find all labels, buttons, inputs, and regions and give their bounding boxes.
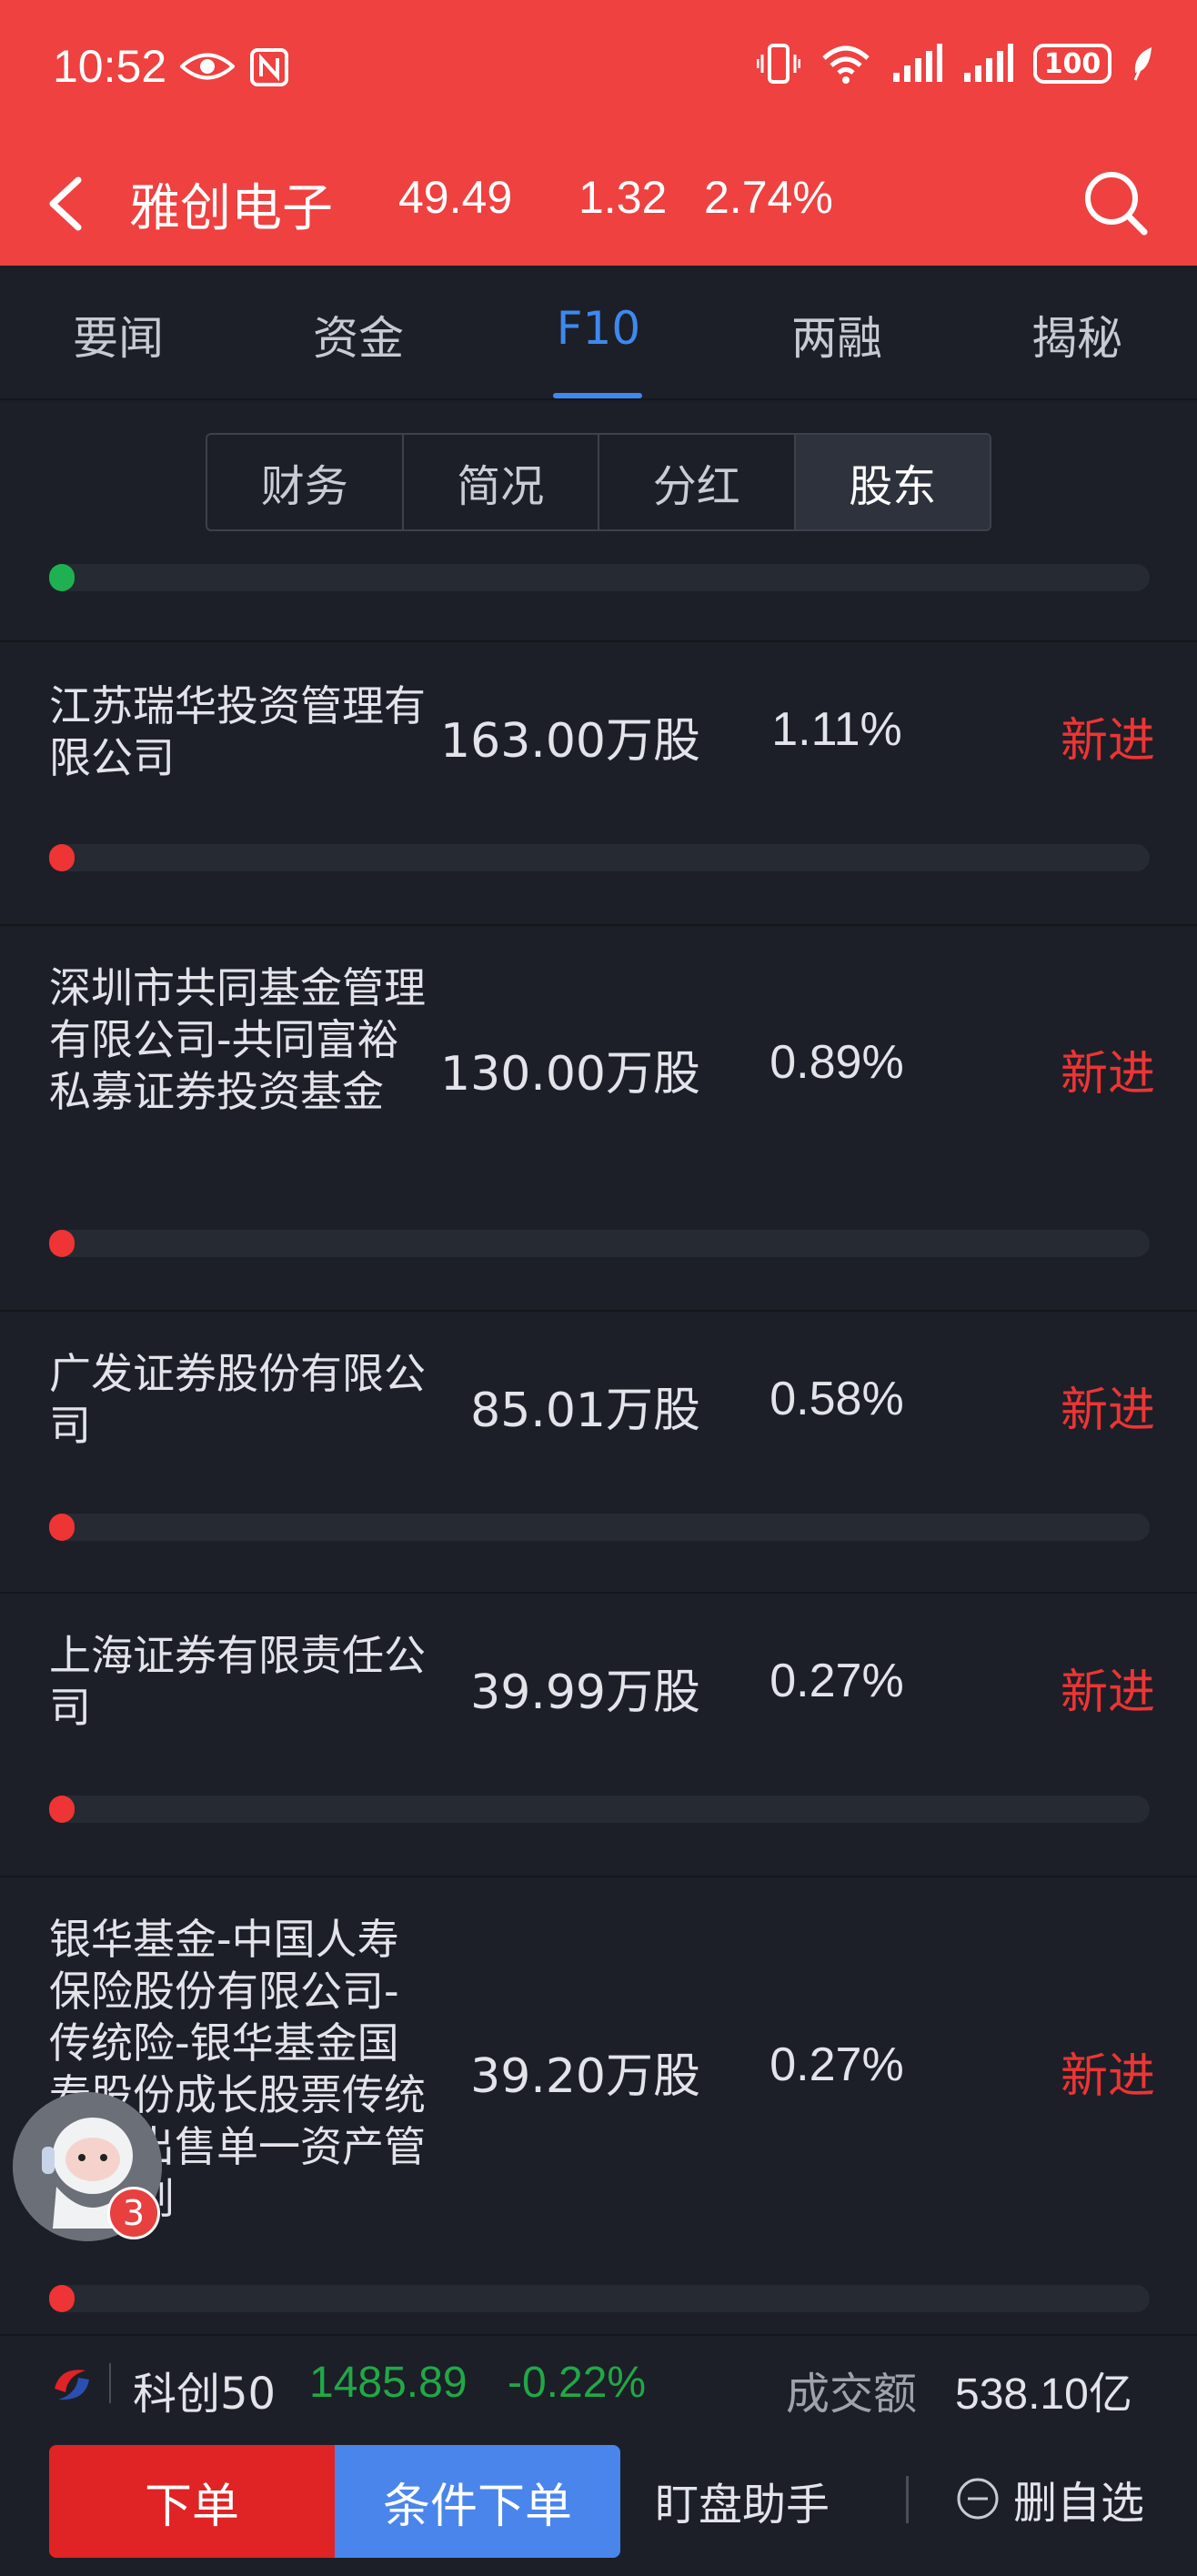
tab-funds[interactable]: 资金 <box>286 302 431 367</box>
battery-icon: 100 <box>1033 44 1112 84</box>
holding-bar-fill <box>49 844 75 871</box>
holding-bar-fill <box>49 1230 75 1257</box>
holder-name: 深圳市共同基金管理有限公司-共同富裕私募证券投资基金 <box>49 963 426 1116</box>
holding-bar <box>49 844 1150 871</box>
turnover-label: 成交额 <box>786 2369 918 2420</box>
stock-header: 雅创电子 49.49 1.32 2.74% <box>0 146 1197 266</box>
order-button[interactable]: 下单 <box>49 2445 335 2558</box>
holder-shares: 39.99万股 <box>470 1665 700 1720</box>
f10-segment-control: 财务 简况 分红 股东 <box>206 433 991 531</box>
tab-news[interactable]: 要闻 <box>45 302 191 367</box>
wifi-icon <box>822 45 870 84</box>
remove-watchlist-label: 删自选 <box>1013 2478 1145 2529</box>
index-ticker[interactable]: 科创50 1485.89 -0.22% 成交额 538.10亿 <box>0 2334 1197 2429</box>
leaf-icon <box>1133 47 1152 81</box>
tab-f10[interactable]: F10 <box>526 302 671 355</box>
signal-icon <box>893 44 942 82</box>
main-tabs: 要闻 资金 F10 两融 揭秘 <box>0 266 1197 400</box>
holder-ratio: 1.11% <box>771 703 902 756</box>
holder-shares: 130.00万股 <box>440 1047 700 1102</box>
signal-icon-2 <box>964 44 1013 82</box>
notification-badge: 3 <box>107 2187 160 2239</box>
battery-level: 100 <box>1043 47 1101 80</box>
stock-price: 49.49 <box>398 172 513 223</box>
holder-shares: 39.20万股 <box>470 2049 700 2104</box>
back-arrow-icon[interactable] <box>40 167 95 240</box>
active-tab-indicator <box>553 393 642 398</box>
holder-status: 新进 <box>1060 1047 1155 1102</box>
eye-icon <box>180 53 235 80</box>
table-row[interactable]: 银华基金-中国人寿保险股份有限公司-传统险-银华基金国寿股份成长股票传统可供出售… <box>0 1877 1197 2334</box>
action-separator <box>906 2476 909 2523</box>
holding-bar <box>49 1230 1150 1257</box>
segment-dividend[interactable]: 分红 <box>599 435 796 529</box>
holder-ratio: 0.27% <box>770 2038 904 2091</box>
segment-overview[interactable]: 简况 <box>404 435 599 529</box>
table-row[interactable]: 江苏瑞华投资管理有限公司 163.00万股 1.11% 新进 <box>0 642 1197 924</box>
holder-ratio: 0.58% <box>770 1373 904 1425</box>
table-row[interactable]: 深圳市共同基金管理有限公司-共同富裕私募证券投资基金 130.00万股 0.89… <box>0 926 1197 1310</box>
vibrate-icon <box>757 44 800 84</box>
holder-status: 新进 <box>1060 1384 1155 1438</box>
holder-status: 新进 <box>1060 714 1155 769</box>
index-name: 科创50 <box>133 2369 277 2420</box>
holding-bar <box>49 564 1150 591</box>
nfc-icon <box>250 48 288 86</box>
holder-name: 上海证券有限责任公司 <box>49 1631 426 1732</box>
index-value: 1485.89 <box>309 2359 468 2407</box>
segment-finance[interactable]: 财务 <box>207 435 404 529</box>
status-time: 10:52 <box>53 41 167 92</box>
holding-bar <box>49 2285 1150 2312</box>
segment-shareholders[interactable]: 股东 <box>795 435 990 529</box>
table-row[interactable]: 上海证券有限责任公司 39.99万股 0.27% 新进 <box>0 1594 1197 1876</box>
holder-shares: 163.00万股 <box>440 714 700 769</box>
holding-bar-fill <box>49 564 75 591</box>
holding-bar-fill <box>49 1796 75 1823</box>
search-icon[interactable] <box>1079 164 1152 240</box>
holding-bar <box>49 1796 1150 1823</box>
tab-reveal[interactable]: 揭秘 <box>1004 302 1150 367</box>
conditional-order-button[interactable]: 条件下单 <box>335 2445 620 2558</box>
minus-circle-icon <box>957 2478 999 2520</box>
watch-assistant-button[interactable]: 盯盘助手 <box>655 2469 830 2532</box>
holder-status: 新进 <box>1060 1665 1155 1720</box>
ticker-separator <box>109 2363 111 2403</box>
holder-ratio: 0.27% <box>770 1655 904 1707</box>
bottom-action-bar: 下单 条件下单 盯盘助手 删自选 <box>0 2429 1197 2576</box>
holder-status: 新进 <box>1060 2049 1155 2104</box>
top-banner: 10:52 100 雅创电子 49.49 1.32 2.74% <box>0 0 1197 266</box>
holder-name: 广发证券股份有限公司 <box>49 1349 426 1450</box>
stock-change-pct: 2.74% <box>704 172 833 223</box>
turnover-value: 538.10亿 <box>955 2370 1132 2419</box>
holder-ratio: 0.89% <box>770 1036 904 1089</box>
tab-margin[interactable]: 两融 <box>764 302 910 367</box>
holder-name: 江苏瑞华投资管理有限公司 <box>49 681 426 782</box>
status-bar: 10:52 100 <box>0 0 1197 146</box>
holder-shares: 85.01万股 <box>470 1384 700 1438</box>
table-row[interactable]: 广发证券股份有限公司 85.01万股 0.58% 新进 <box>0 1312 1197 1592</box>
star-market-logo-icon <box>55 2370 89 2400</box>
holding-bar-fill <box>49 1514 75 1541</box>
holding-bar-fill <box>49 2285 75 2312</box>
stock-change: 1.32 <box>578 172 668 223</box>
stock-name: 雅创电子 <box>129 179 333 238</box>
holding-bar <box>49 1514 1150 1541</box>
remove-watchlist-button[interactable]: 删自选 <box>955 2467 1144 2531</box>
index-change-pct: -0.22% <box>508 2359 647 2407</box>
status-right: 100 <box>757 44 1155 84</box>
